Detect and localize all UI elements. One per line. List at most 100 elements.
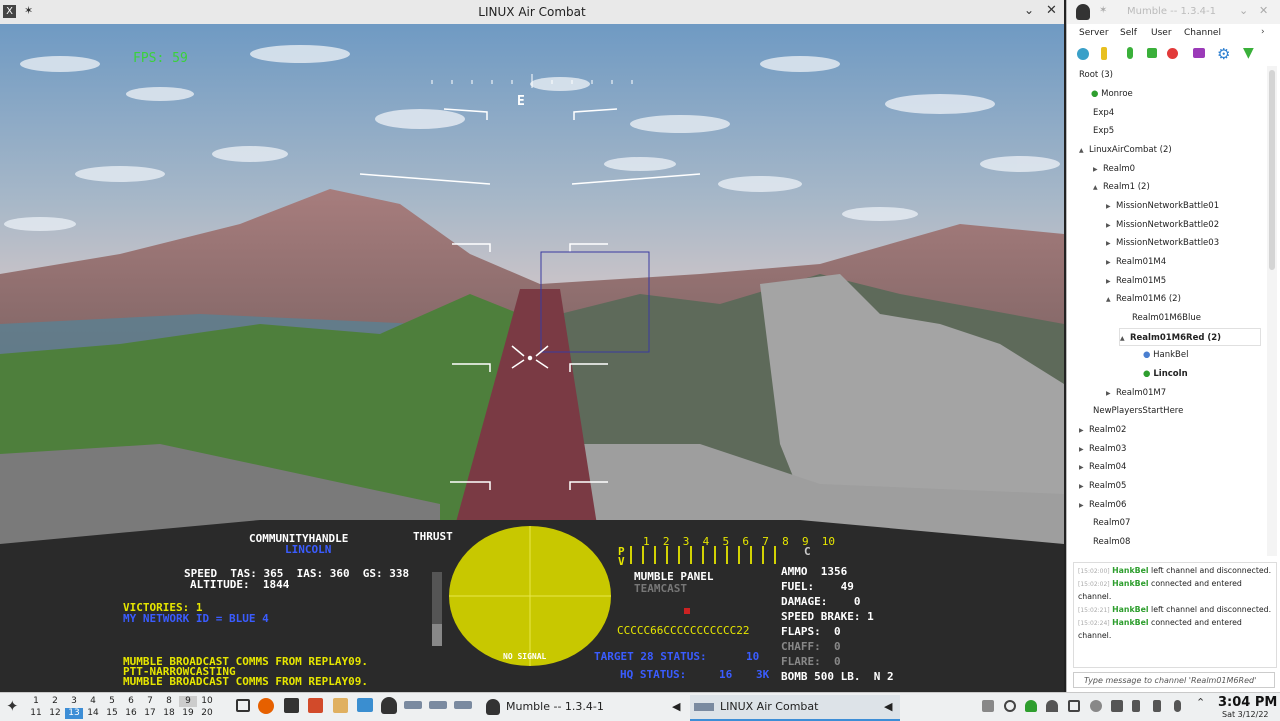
wifi-icon[interactable] [1046, 700, 1058, 712]
chat-icon[interactable] [1193, 48, 1205, 58]
tree-item-current-channel[interactable]: ▲ Realm01M6Red (2) [1119, 328, 1261, 346]
mumble-tray-icon[interactable] [1025, 700, 1037, 712]
scrollbar-thumb[interactable] [1269, 70, 1275, 270]
collapse-arrow-icon[interactable]: ▶ [1079, 478, 1089, 496]
jet-launcher-icon[interactable] [429, 701, 447, 709]
workspace-19[interactable]: 19 [179, 708, 197, 719]
workspace-13[interactable]: 13 [65, 708, 83, 719]
collapse-arrow-icon[interactable]: ▶ [1106, 235, 1116, 253]
workspace-14[interactable]: 14 [84, 708, 102, 719]
task-game[interactable]: LINUX Air Combat ◀ [690, 695, 900, 721]
settings-gear-icon[interactable]: ⚙ [1217, 45, 1230, 63]
collapse-arrow-icon[interactable]: ▶ [1079, 459, 1089, 477]
collapse-arrow-icon[interactable]: ▶ [1079, 441, 1089, 459]
workspace-7[interactable]: 7 [141, 696, 159, 707]
workspace-1[interactable]: 1 [27, 696, 45, 707]
connect-globe-icon[interactable] [1077, 48, 1089, 60]
log-user-link[interactable]: HankBel [1112, 605, 1148, 614]
tree-item-channel[interactable]: ▲ LinuxAirCombat (2) [1079, 141, 1172, 159]
expand-arrow-icon[interactable]: ▲ [1120, 330, 1130, 348]
clock-time[interactable]: 3:04 PM [1218, 695, 1277, 710]
office-icon[interactable] [308, 698, 323, 713]
record-icon[interactable] [1167, 48, 1178, 59]
tree-item-channel[interactable]: ▶ MissionNetworkBattle01 [1106, 197, 1219, 215]
archive-icon[interactable] [333, 698, 348, 713]
tree-item-channel[interactable]: ▶ Realm05 [1079, 477, 1126, 495]
expand-tray-icon[interactable]: ⌃ [1196, 696, 1205, 709]
collapse-arrow-icon[interactable]: ▶ [1106, 385, 1116, 403]
desktop-icon[interactable] [236, 699, 250, 712]
workspace-11[interactable]: 11 [27, 708, 45, 719]
tree-item-channel[interactable]: ▶ Realm06 [1079, 496, 1126, 514]
mumble-launcher-icon[interactable] [381, 697, 397, 714]
microphone-icon[interactable] [1127, 47, 1133, 59]
tree-item-channel[interactable]: Exp4 [1093, 104, 1114, 122]
firefox-icon[interactable] [258, 698, 274, 714]
tree-item-channel[interactable]: ▶ Realm04 [1079, 458, 1126, 476]
tree-item-channel[interactable]: ▶ Realm01M4 [1106, 253, 1166, 271]
clock-icon[interactable] [1004, 700, 1016, 712]
workspace-3[interactable]: 3 [65, 696, 83, 707]
volume-icon[interactable] [1111, 700, 1123, 712]
filter-icon[interactable]: ▼ [1243, 45, 1254, 61]
menu-user[interactable]: User [1151, 28, 1172, 38]
lightbulb-icon[interactable] [1090, 700, 1102, 712]
terminal-icon[interactable] [284, 698, 299, 713]
close-icon[interactable]: ✕ [1046, 3, 1057, 18]
display-icon[interactable] [1068, 700, 1080, 712]
expand-arrow-icon[interactable]: ▲ [1093, 179, 1103, 197]
workspace-16[interactable]: 16 [122, 708, 140, 719]
minimize-icon[interactable]: ⌄ [1024, 3, 1034, 17]
tree-item-channel[interactable]: NewPlayersStartHere [1093, 402, 1183, 420]
close-icon[interactable]: ✕ [1259, 4, 1268, 17]
menu-channel[interactable]: Channel [1184, 28, 1221, 38]
minimize-icon[interactable]: ⌄ [1239, 4, 1248, 17]
tree-item-channel[interactable]: ▶ Realm0 [1093, 160, 1135, 178]
tree-item-channel[interactable]: ▲ Realm1 (2) [1093, 178, 1150, 196]
tree-item-channel[interactable]: ▶ Realm03 [1079, 440, 1126, 458]
workspace-4[interactable]: 4 [84, 696, 102, 707]
collapse-arrow-icon[interactable]: ▶ [1106, 198, 1116, 216]
expand-arrow-icon[interactable]: ▲ [1106, 291, 1116, 309]
tree-item-channel[interactable]: Realm08 [1093, 533, 1130, 551]
menu-overflow-icon[interactable]: › [1261, 27, 1265, 37]
bluetooth-icon[interactable] [1132, 700, 1140, 712]
tree-item-root[interactable]: Root (3) [1079, 66, 1113, 84]
clock-date[interactable]: Sat 3/12/22 [1222, 710, 1269, 719]
collapse-arrow-icon[interactable]: ▶ [1093, 161, 1103, 179]
workspace-8[interactable]: 8 [160, 696, 178, 707]
collapse-arrow-icon[interactable]: ▶ [1106, 217, 1116, 235]
workspace-20[interactable]: 20 [198, 708, 216, 719]
chat-log[interactable]: [15:02:00] HankBel left channel and disc… [1073, 562, 1277, 668]
mumble-titlebar[interactable]: ✶ Mumble -- 1.3.4-1 ⌄ ✕ [1067, 0, 1280, 24]
application-menu-icon[interactable]: ✦ [6, 697, 19, 715]
workspace-17[interactable]: 17 [141, 708, 159, 719]
info-icon[interactable] [1101, 47, 1107, 60]
log-user-link[interactable]: HankBel [1112, 618, 1148, 627]
channel-tree-scrollbar[interactable] [1267, 66, 1277, 556]
microphone-icon[interactable] [1174, 700, 1181, 712]
pin-icon[interactable]: ✶ [1099, 5, 1107, 16]
jet-launcher-icon[interactable] [404, 701, 422, 709]
workspace-18[interactable]: 18 [160, 708, 178, 719]
game-window[interactable]: X ✶ LINUX Air Combat ⌄ ✕ FPS: 59 E COMMU… [0, 0, 1064, 692]
collapse-arrow-icon[interactable]: ▶ [1106, 254, 1116, 272]
workspace-6[interactable]: 6 [122, 696, 140, 707]
collapse-arrow-icon[interactable]: ▶ [1079, 422, 1089, 440]
workspace-9[interactable]: 9 [179, 696, 197, 707]
workspace-2[interactable]: 2 [46, 696, 64, 707]
tree-item-user-self[interactable]: ● Lincoln [1143, 365, 1188, 383]
channel-tree[interactable]: Root (3) ● Monroe Exp4 Exp5 ▲ LinuxAirCom… [1067, 66, 1265, 558]
menu-server[interactable]: Server [1079, 28, 1109, 38]
collapse-arrow-icon[interactable]: ▶ [1106, 273, 1116, 291]
workspace-10[interactable]: 10 [198, 696, 216, 707]
game-titlebar[interactable]: X ✶ LINUX Air Combat ⌄ ✕ [0, 0, 1064, 25]
file-manager-icon[interactable] [357, 698, 373, 712]
tree-item-channel[interactable]: ▶ MissionNetworkBattle03 [1106, 234, 1219, 252]
menu-self[interactable]: Self [1120, 28, 1137, 38]
tree-item-channel[interactable]: ▶ MissionNetworkBattle02 [1106, 216, 1219, 234]
tree-item-channel[interactable]: ▶ Realm01M5 [1106, 272, 1166, 290]
expand-arrow-icon[interactable]: ▲ [1079, 142, 1089, 160]
workspace-15[interactable]: 15 [103, 708, 121, 719]
workspace-12[interactable]: 12 [46, 708, 64, 719]
